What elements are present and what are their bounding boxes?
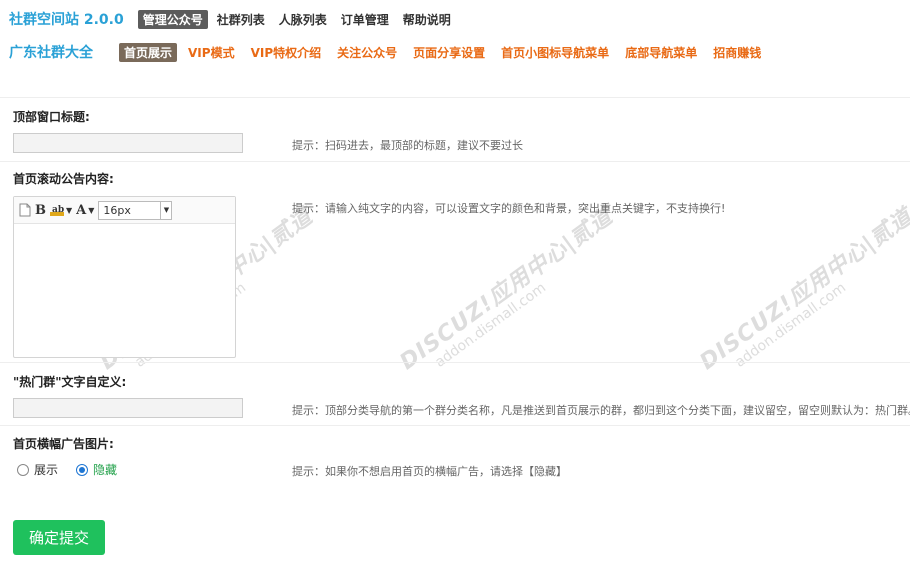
- watermark: DISCUZ!应用中心|贰道 addon.dismall.com: [695, 204, 910, 376]
- divider: [0, 425, 910, 426]
- hot-group-input[interactable]: [13, 398, 243, 418]
- svg-text:ab: ab: [52, 205, 64, 215]
- top-title-label: 顶部窗口标题:: [13, 110, 90, 124]
- scroll-notice-label: 首页滚动公告内容:: [13, 172, 114, 186]
- nav-manage-accounts[interactable]: 管理公众号: [137, 9, 208, 29]
- rich-text-editor[interactable]: B ab ▼ A ▼ 16px ▼: [13, 196, 236, 358]
- tab-homepage-display[interactable]: 首页展示: [119, 42, 178, 62]
- bold-button[interactable]: B: [35, 201, 46, 219]
- source-icon[interactable]: [19, 201, 31, 219]
- nav-order-management[interactable]: 订单管理: [336, 10, 394, 29]
- font-color-button[interactable]: A ▼: [76, 201, 94, 219]
- tab-vip-privileges[interactable]: VIP特权介绍: [246, 43, 327, 62]
- radio-show[interactable]: [17, 463, 29, 476]
- radio-hide-label[interactable]: 隐藏: [93, 461, 117, 478]
- top-title-tip: 提示：扫码进去，最顶部的标题，建议不要过长: [292, 139, 523, 152]
- nav-help[interactable]: 帮助说明: [398, 10, 456, 29]
- top-nav: 社群空间站 2.0.0 管理公众号 社群列表 人脉列表 订单管理 帮助说明: [9, 9, 460, 29]
- radio-show-label[interactable]: 展示: [34, 461, 58, 478]
- sub-nav: 广东社群大全 首页展示 VIP模式 VIP特权介绍 关注公众号 页面分享设置 首…: [9, 42, 772, 62]
- tab-share-settings[interactable]: 页面分享设置: [408, 43, 490, 62]
- radio-hide[interactable]: [76, 463, 89, 476]
- app-title: 社群空间站 2.0.0: [9, 12, 124, 28]
- nav-group-list[interactable]: 社群列表: [212, 10, 270, 29]
- top-title-input[interactable]: [13, 133, 243, 153]
- editor-toolbar: B ab ▼ A ▼ 16px ▼: [14, 197, 235, 224]
- banner-radio-group: 展示 隐藏: [17, 461, 135, 478]
- nav-contacts-list[interactable]: 人脉列表: [274, 10, 332, 29]
- banner-tip: 提示：如果你不想启用首页的横幅广告，请选择【隐藏】: [292, 465, 567, 478]
- divider: [0, 161, 910, 162]
- tab-business-earn[interactable]: 招商赚钱: [708, 43, 766, 62]
- divider: [0, 362, 910, 363]
- banner-label: 首页横幅广告图片:: [13, 437, 114, 451]
- scroll-notice-tip: 提示：请输入纯文字的内容，可以设置文字的颜色和背景，突出重点关键字，不支持换行!: [292, 202, 726, 215]
- watermark: DISCUZ!应用中心|贰道 addon.dismall.com: [395, 204, 618, 376]
- submit-button[interactable]: 确定提交: [13, 520, 105, 555]
- site-name: 广东社群大全: [9, 45, 93, 61]
- hot-group-tip: 提示：顶部分类导航的第一个群分类名称，凡是推送到首页展示的群，都归到这个分类下面…: [292, 404, 910, 417]
- highlight-color-button[interactable]: ab ▼: [50, 201, 72, 219]
- font-size-select[interactable]: 16px ▼: [98, 200, 173, 220]
- chevron-down-icon: ▼: [160, 201, 171, 219]
- tab-vip-mode[interactable]: VIP模式: [183, 43, 240, 62]
- hot-group-label: "热门群"文字自定义:: [13, 375, 127, 389]
- divider: [0, 97, 910, 98]
- tab-icon-nav-menu[interactable]: 首页小图标导航菜单: [496, 43, 614, 62]
- tab-follow-account[interactable]: 关注公众号: [332, 43, 402, 62]
- tab-bottom-nav-menu[interactable]: 底部导航菜单: [620, 43, 702, 62]
